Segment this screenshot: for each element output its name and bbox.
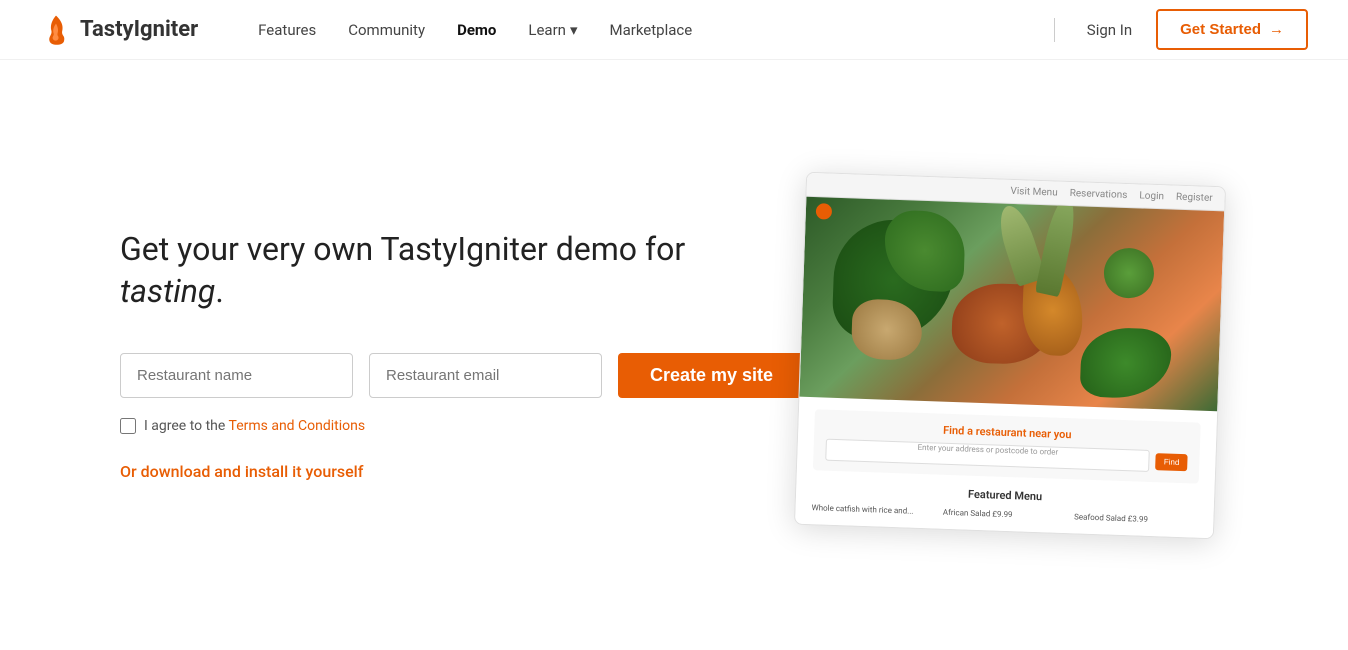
preview-featured-title: Featured Menu (812, 482, 1198, 508)
arrow-icon: → (1269, 21, 1284, 38)
chevron-down-icon: ▾ (570, 21, 578, 39)
preview-nav-login: Login (1139, 190, 1164, 202)
terms-link[interactable]: Terms and Conditions (229, 418, 366, 434)
preview-nav-visit: Visit Menu (1010, 185, 1058, 198)
food-element (1080, 326, 1172, 399)
preview-content: Find a restaurant near you Enter your ad… (795, 396, 1217, 538)
flame-icon (40, 14, 72, 46)
hero-section: Get your very own TastyIgniter demo for … (120, 229, 720, 480)
preview-search-input: Enter your address or postcode to order (825, 438, 1150, 471)
agree-label: I agree to the Terms and Conditions (144, 418, 365, 434)
preview-flame-icon (816, 203, 833, 220)
download-link[interactable]: Or download and install it yourself (120, 462, 363, 481)
preview-menu-item-0: Whole catfish with rice and... (811, 503, 935, 516)
nav-divider (1054, 18, 1055, 42)
brand-name: TastyIgniter (80, 17, 198, 42)
header-actions: Sign In Get Started → (1046, 9, 1308, 50)
nav-features[interactable]: Features (258, 21, 316, 39)
preview-nav-register: Register (1176, 191, 1213, 203)
food-herb2 (1035, 196, 1080, 296)
food-element (1103, 247, 1155, 299)
preview-logo (816, 203, 833, 220)
nav-learn[interactable]: Learn ▾ (528, 21, 577, 39)
preview-search-button: Find (1156, 452, 1188, 470)
get-started-button[interactable]: Get Started → (1156, 9, 1308, 50)
create-site-button[interactable]: Create my site (618, 353, 805, 398)
preview-section: Visit Menu Reservations Login Register (800, 179, 1220, 532)
logo[interactable]: TastyIgniter (40, 14, 198, 46)
sign-in-link[interactable]: Sign In (1087, 21, 1132, 39)
preview-menu-item-2: Seafood Salad £3.99 (1074, 512, 1198, 525)
hero-heading: Get your very own TastyIgniter demo for … (120, 229, 720, 312)
restaurant-name-input[interactable] (120, 353, 353, 398)
preview-card: Visit Menu Reservations Login Register (794, 171, 1226, 538)
nav-community[interactable]: Community (348, 21, 425, 39)
terms-checkbox[interactable] (120, 418, 136, 434)
form-row: Create my site (120, 353, 720, 398)
preview-food-image (799, 196, 1224, 410)
restaurant-email-input[interactable] (369, 353, 602, 398)
main-nav: Features Community Demo Learn ▾ Marketpl… (258, 21, 1046, 39)
main-content: Get your very own TastyIgniter demo for … (0, 60, 1348, 650)
preview-menu-item-1: African Salad £9.99 (943, 507, 1067, 520)
terms-row: I agree to the Terms and Conditions (120, 418, 720, 434)
header: TastyIgniter Features Community Demo Lea… (0, 0, 1348, 60)
nav-demo[interactable]: Demo (457, 21, 496, 39)
preview-search-section: Find a restaurant near you Enter your ad… (813, 409, 1201, 483)
preview-nav-reservations: Reservations (1069, 187, 1127, 200)
nav-marketplace[interactable]: Marketplace (609, 21, 692, 39)
